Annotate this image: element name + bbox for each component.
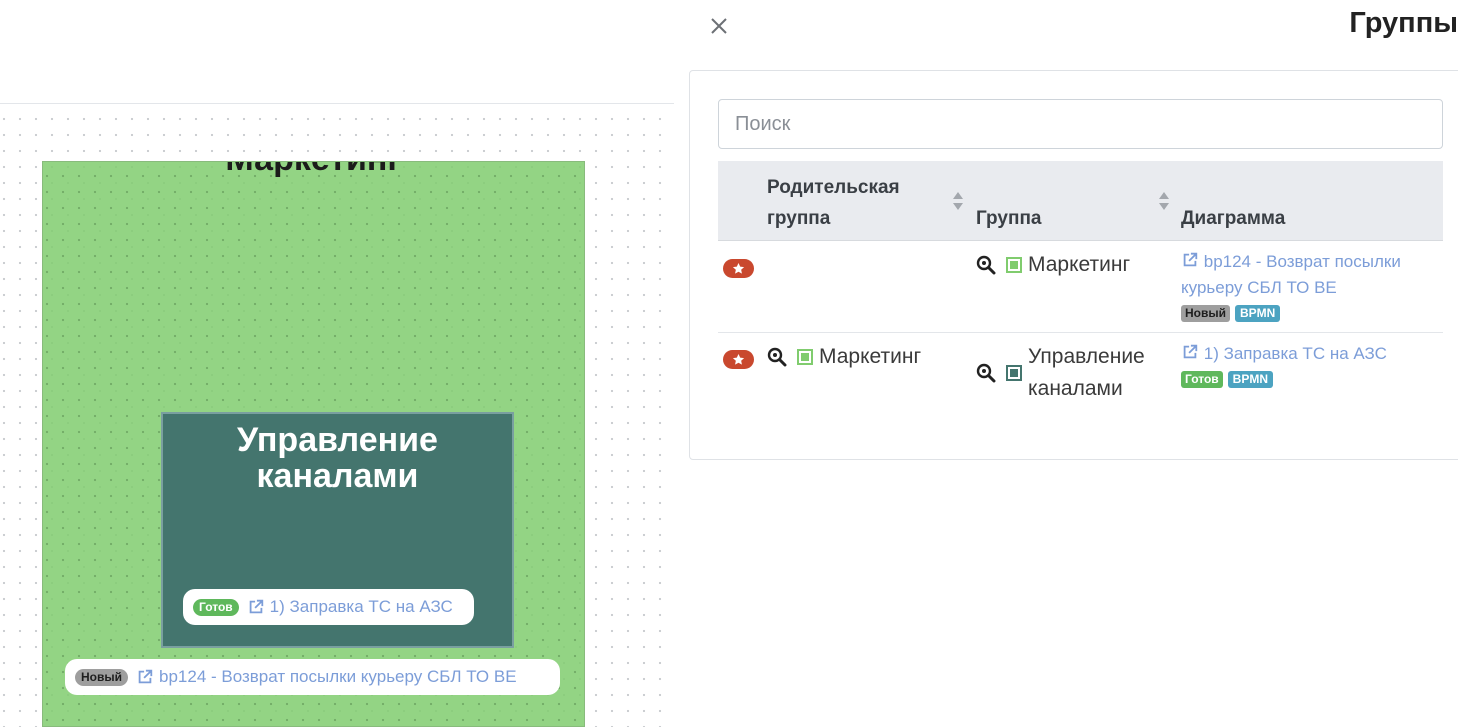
external-link-icon <box>1183 344 1198 359</box>
column-header-group[interactable]: Группа <box>976 203 1042 234</box>
group-marketing-title: Маркетинг <box>43 162 584 179</box>
group-cell: Управление каналами <box>976 341 1166 405</box>
star-icon <box>732 353 745 365</box>
panel-title: Группы <box>1349 7 1458 39</box>
favorite-button[interactable] <box>723 350 754 369</box>
diagram-link-text: 1) Заправка ТС на АЗС <box>1203 344 1387 363</box>
star-icon <box>732 262 745 274</box>
diagram-link[interactable]: bp124 - Возврат посылки курьеру СБЛ ТО В… <box>136 667 517 687</box>
group-color-icon <box>797 349 813 365</box>
diagram-badges: Новый BPMN <box>1181 305 1443 322</box>
favorite-button[interactable] <box>723 259 754 278</box>
group-channel-management-title: Управление каналами <box>237 421 438 495</box>
diagram-link-text: bp124 - Возврат посылки курьеру СБЛ ТО В… <box>159 667 517 686</box>
parent-group-cell: Маркетинг <box>767 341 921 373</box>
diagram-link[interactable]: 1) Заправка ТС на АЗС <box>1181 344 1387 363</box>
group-name: Управление каналами <box>1028 345 1145 400</box>
diagram-cell: bp124 - Возврат посылки курьеру СБЛ ТО В… <box>1181 249 1443 322</box>
type-badge: BPMN <box>1227 371 1274 388</box>
groups-table: Родительская группа Группа Диаграмма Мар… <box>718 161 1443 423</box>
column-header-parent[interactable]: Родительская группа <box>767 172 927 234</box>
sort-icon[interactable] <box>1158 190 1170 212</box>
groups-card: Родительская группа Группа Диаграмма <box>689 70 1458 460</box>
diagram-link-text: bp124 - Возврат посылки курьеру СБЛ ТО В… <box>1181 252 1401 297</box>
group-color-icon <box>1006 365 1022 381</box>
external-link-icon <box>1183 252 1198 267</box>
status-badge: Новый <box>1181 305 1230 322</box>
status-badge: Новый <box>75 668 128 686</box>
groups-panel: Группы Родительская группа Группа Диагра… <box>674 0 1458 727</box>
diagram-chip-return[interactable]: Новый bp124 - Возврат посылки курьеру СБ… <box>65 659 560 695</box>
diagram-link[interactable]: 1) Заправка ТС на АЗС <box>247 597 453 617</box>
table-row: Маркетинг Управление каналами 1) Заправк… <box>718 333 1443 423</box>
status-badge: Готов <box>1181 371 1223 388</box>
zoom-to-group-icon[interactable] <box>767 347 787 367</box>
zoom-to-group-icon[interactable] <box>976 363 996 383</box>
type-badge: BPMN <box>1235 305 1281 322</box>
diagram-cell: 1) Заправка ТС на АЗС Готов BPMN <box>1181 341 1443 388</box>
parent-group-name: Маркетинг <box>819 345 922 368</box>
diagram-canvas[interactable]: Маркетинг Управление каналами Готов 1) З… <box>0 0 674 727</box>
status-badge: Готов <box>193 598 239 616</box>
group-cell: Маркетинг <box>976 249 1130 281</box>
close-icon[interactable] <box>705 12 733 40</box>
diagram-badges: Готов BPMN <box>1181 371 1443 388</box>
group-color-icon <box>1006 257 1022 273</box>
sort-icon[interactable] <box>952 190 964 212</box>
zoom-to-group-icon[interactable] <box>976 255 996 275</box>
search-input[interactable] <box>718 99 1443 149</box>
table-row: Маркетинг bp124 - Возврат посылки курьер… <box>718 241 1443 333</box>
diagram-link[interactable]: bp124 - Возврат посылки курьеру СБЛ ТО В… <box>1181 252 1401 297</box>
external-link-icon <box>249 599 263 614</box>
table-header: Родительская группа Группа Диаграмма <box>718 161 1443 241</box>
diagram-chip-refueling[interactable]: Готов 1) Заправка ТС на АЗС <box>183 589 474 625</box>
canvas-toolbar-area <box>0 0 674 104</box>
diagram-link-text: 1) Заправка ТС на АЗС <box>269 597 453 616</box>
group-name: Маркетинг <box>1028 253 1131 276</box>
column-header-diagram: Диаграмма <box>1181 208 1286 229</box>
external-link-icon <box>138 669 153 684</box>
